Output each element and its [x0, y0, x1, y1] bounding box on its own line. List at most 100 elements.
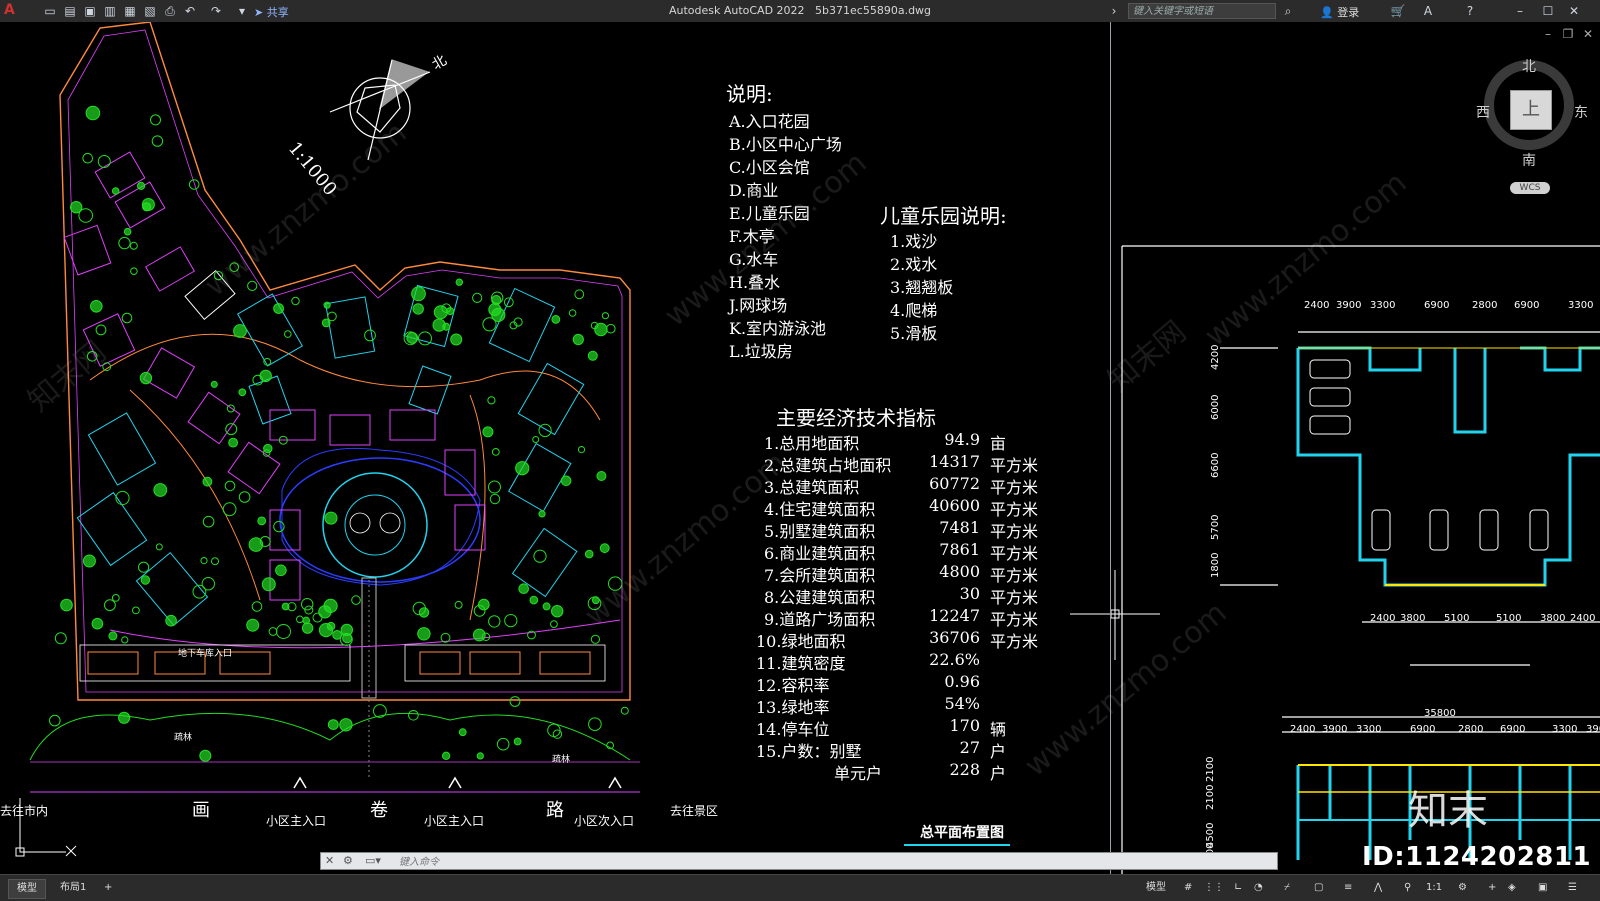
site-boundary	[59, 22, 631, 701]
dimension-label: 6600	[1210, 452, 1221, 478]
viewcube-north[interactable]: 北	[1522, 56, 1536, 76]
tree-symbol	[412, 303, 424, 315]
tree-symbol	[211, 557, 219, 566]
isodraft-icon[interactable]: ⌿	[1276, 879, 1298, 897]
close-icon[interactable]: ✕	[1566, 3, 1582, 19]
login-button[interactable]: 👤 登录	[1320, 4, 1359, 20]
viewport-minimize-icon[interactable]: –	[1540, 26, 1556, 42]
indicator-value: 228	[949, 760, 980, 779]
viewcube-top-face[interactable]: 上	[1510, 90, 1552, 130]
save-icon[interactable]: ▣	[82, 3, 98, 19]
car-icon	[1479, 509, 1499, 551]
central-pond	[279, 457, 481, 583]
brand-watermark: 知末	[1408, 788, 1488, 834]
legend-title: 说明:	[726, 82, 773, 106]
legend-item: J.网球场	[729, 296, 788, 315]
menu-icon[interactable]: ☰	[1560, 879, 1585, 897]
isolate-icon[interactable]: ◈	[1500, 879, 1524, 897]
forest-label: 疏林	[552, 755, 571, 765]
tree-symbol	[275, 564, 287, 577]
tree-symbol	[273, 520, 285, 533]
indicator-unit: 辆	[990, 720, 1007, 739]
command-close-icon[interactable]: ✕	[325, 854, 334, 867]
save-as-icon[interactable]: ▥	[102, 3, 118, 19]
autodesk-app-icon[interactable]: A	[1420, 3, 1436, 19]
dimension-label: 2800	[1472, 300, 1498, 311]
viewport-restore-icon[interactable]: ❐	[1560, 26, 1576, 42]
viewcube-east[interactable]: 东	[1574, 102, 1588, 122]
add-layout-icon[interactable]: +	[96, 879, 120, 897]
tree-symbol	[151, 135, 164, 147]
tree-symbol	[202, 476, 213, 487]
command-input[interactable]	[397, 854, 1251, 870]
help-icon[interactable]: ?	[1462, 3, 1478, 19]
indicator-unit: 平方米	[990, 500, 1039, 519]
tree-symbol	[342, 633, 353, 644]
autocad-logo-icon[interactable]: A	[4, 2, 15, 18]
dimension-label: 5700	[1210, 514, 1221, 540]
tree-symbol	[538, 423, 552, 437]
cart-icon[interactable]: 🛒	[1390, 3, 1406, 19]
tree-symbol	[54, 632, 67, 645]
dimension-label: 2800	[1458, 724, 1484, 735]
command-history-icon[interactable]: ▭▾	[365, 854, 381, 867]
redo-icon[interactable]: ↷	[208, 3, 224, 19]
legend-item: F.木亭	[729, 227, 775, 246]
tab-model[interactable]: 模型	[8, 879, 46, 899]
viewport-divider[interactable]	[1110, 22, 1111, 874]
viewcube-west[interactable]: 西	[1476, 102, 1490, 122]
annotation-scale[interactable]: 1:1	[1418, 879, 1450, 897]
dimension-label: 5100	[1496, 613, 1522, 624]
share-label: 共享	[266, 6, 289, 19]
tree-symbol	[482, 317, 497, 332]
search-icon[interactable]: ⌕	[1280, 3, 1296, 19]
command-customize-icon[interactable]: ⚙	[343, 854, 353, 867]
minimize-icon[interactable]: –	[1512, 3, 1528, 19]
car-icon	[1309, 415, 1351, 435]
tree-symbol	[95, 324, 107, 336]
commercial-roofs	[87, 651, 591, 675]
tree-symbol	[226, 404, 235, 413]
osnap-icon[interactable]: ▢	[1306, 879, 1331, 897]
plan-title: 总平面布置图	[920, 825, 1004, 841]
commercial-strip	[79, 644, 606, 682]
tree-symbol	[587, 350, 598, 361]
open-folder-icon[interactable]: ▤	[62, 3, 78, 19]
central-plaza-outer	[322, 472, 428, 578]
maximize-icon[interactable]: ☐	[1540, 3, 1556, 19]
customize-dropdown-icon[interactable]: ▾	[234, 3, 250, 19]
chevron-right-icon[interactable]: ›	[1106, 3, 1122, 19]
tree-symbol	[248, 537, 264, 552]
tree-symbol	[601, 312, 610, 320]
annotation-icon[interactable]: ⋀	[1366, 879, 1390, 897]
lineweight-icon[interactable]: ≡	[1336, 879, 1360, 897]
open-web-icon[interactable]: ▦	[122, 3, 138, 19]
indicator-label: 4.住宅建筑面积	[764, 500, 876, 519]
viewcube-south[interactable]: 南	[1522, 150, 1536, 170]
share-button[interactable]: ➤ 共享	[254, 4, 289, 20]
wcs-dropdown[interactable]: WCS	[1510, 182, 1550, 194]
print-icon[interactable]: ⎙	[162, 3, 178, 19]
undo-icon[interactable]: ↶	[182, 3, 198, 19]
playground-title: 儿童乐园说明:	[880, 204, 1007, 228]
new-file-icon[interactable]: ▭	[42, 3, 58, 19]
title-bar: A ▭ ▤ ▣ ▥ ▦ ▧ ⎙ ↶ ↷ ▾ ➤ 共享 Autodesk Auto…	[0, 0, 1600, 23]
gear-icon[interactable]: ⚙	[1450, 879, 1475, 897]
tree-symbol	[560, 475, 572, 487]
tab-layout1[interactable]: 布局1	[52, 879, 94, 897]
polar-icon[interactable]: ◔	[1246, 879, 1271, 897]
fullscreen-icon[interactable]: ▣	[1530, 879, 1555, 897]
tree-symbol	[301, 598, 314, 611]
car-icon	[1429, 509, 1449, 551]
search-input[interactable]: 键入关键字或短语	[1128, 3, 1276, 19]
tree-symbol	[246, 618, 260, 632]
tree-symbol	[538, 510, 546, 518]
tree-symbol	[91, 617, 104, 630]
tree-symbol	[115, 490, 130, 506]
workspace-icon[interactable]: ⚲	[1396, 879, 1419, 897]
indicator-label: 2.总建筑占地面积	[764, 456, 892, 475]
forest-label: 疏林	[174, 733, 193, 743]
publish-icon[interactable]: ▧	[142, 3, 158, 19]
viewport-close-icon[interactable]: ✕	[1580, 26, 1596, 42]
model-space-button[interactable]: 模型	[1138, 879, 1174, 897]
